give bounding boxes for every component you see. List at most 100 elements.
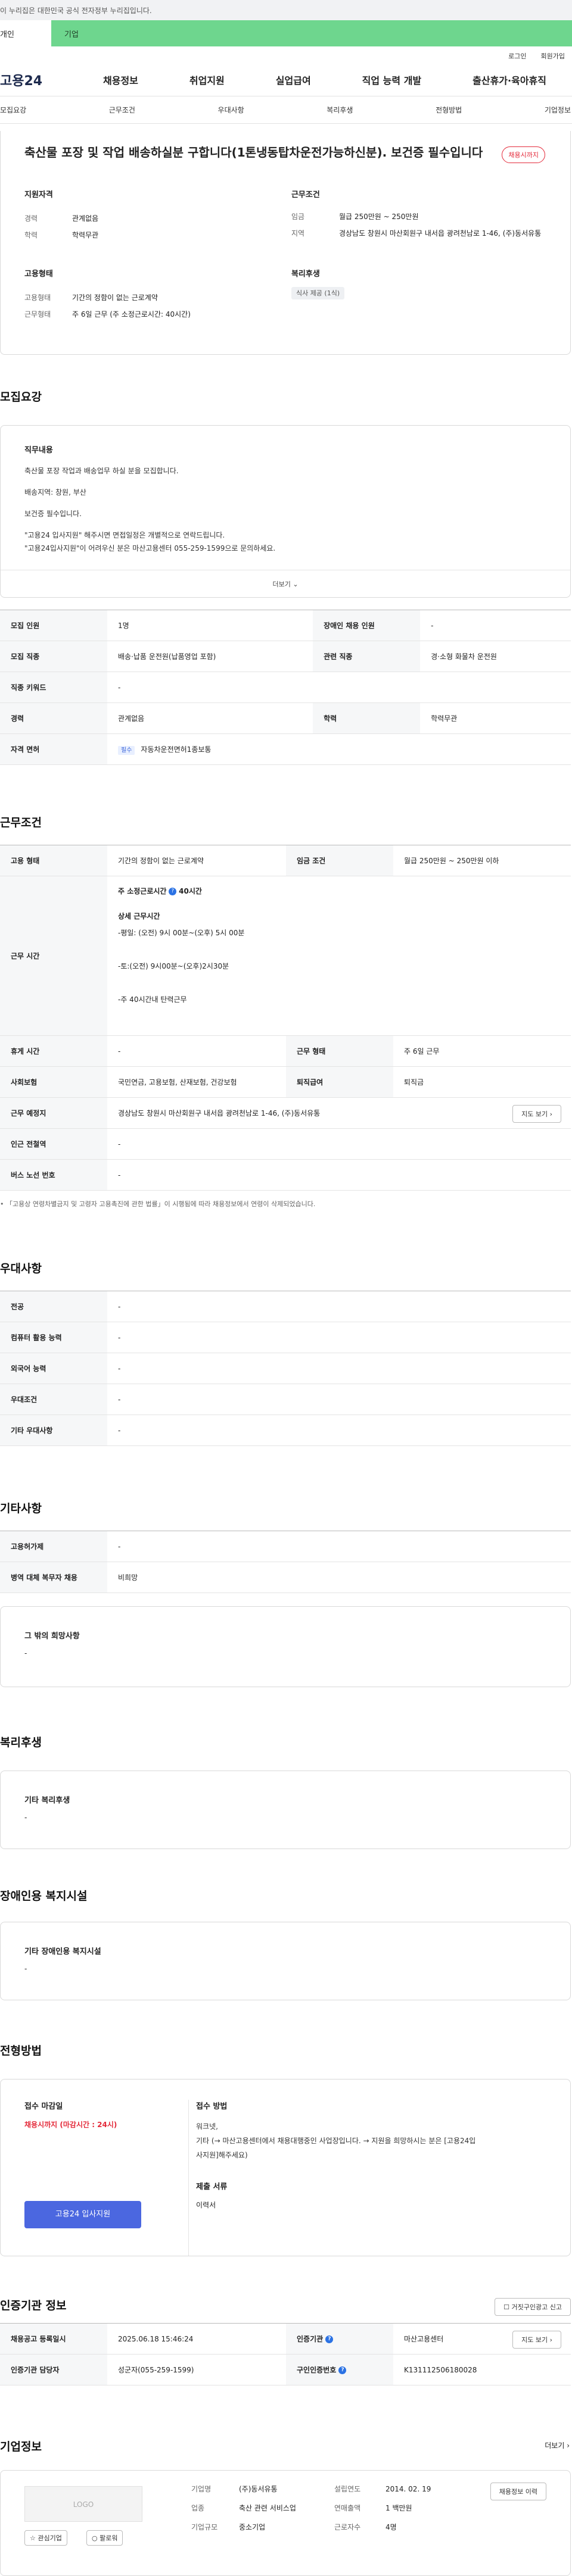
disabled-section-title: 장애인용 복지시설 [0,1890,88,1903]
agency-section-title: 인증기관 정보 [0,2299,67,2312]
login-link[interactable]: 로그인 [508,51,526,63]
signup-link[interactable]: 회원가입 [541,51,565,63]
process-card: 접수 마감일 채용시까지 (마감시간 : 24시) 고용24 입사지원 접수 방… [0,2079,571,2256]
cond-wage-value: 월급 250만원 ~ 250만원 [338,213,419,221]
table-row: 병역 대체 복무자 채용 비희망 [0,1562,571,1593]
table-cell: 학력무관 [420,702,571,734]
tab-personal[interactable]: 개인 [0,20,51,46]
subnav-work-conditions[interactable]: 근무조건 [109,105,135,115]
table-header-cell: 경력 [0,702,107,734]
more-label: 더보기 [545,2441,565,2450]
emp-type-value: 기간의 정함이 없는 근로계약 [72,293,158,302]
gnb-item-vocational-training[interactable]: 직업 능력 개발 [362,73,421,87]
method-line: 사지원]해주세요) [196,2151,248,2159]
map-button-label: 지도 보기 [521,1110,548,1118]
favorite-label: 관심기업 [38,2534,62,2542]
qual-career-label: 경력 [24,214,38,223]
map-button[interactable]: 지도 보기 › [512,2331,561,2349]
industry-value: 축산 관련 서비스업 [239,2504,296,2512]
table-header-cell: 버스 노선 번호 [0,1159,107,1191]
qual-edu-value: 학력무관 [72,231,99,239]
table-cell: 성군자(055-259-1599) [107,2354,286,2385]
hiring-history-button[interactable]: 채용정보 이력 [490,2483,546,2500]
pref-section-title: 우대사항 [0,1262,42,1275]
gnb-item-employment-support[interactable]: 취업지원 [189,73,225,87]
global-nav: 고용24 채용정보 취업지원 실업급여 직업 능력 개발 출산휴가·육아휴직 [0,63,572,96]
subnav-company[interactable]: 기업정보 [545,105,571,115]
table-cell: 경상남도 창원시 마산회원구 내서읍 광려천남로 1-46, (주)동서유통 지도… [107,1097,571,1129]
gnb-item-jobs[interactable]: 채용정보 [103,73,138,87]
company-more-link[interactable]: 더보기 › [545,2440,570,2450]
table-row: 근무 예정지 경상남도 창원시 마산회원구 내서읍 광려천남로 1-46, (주)… [0,1097,571,1129]
subnav-recruit[interactable]: 모집요강 [0,105,26,115]
table-row: 직종 키워드 - [0,672,571,703]
tab-company[interactable]: 기업 [51,20,94,46]
gnb-item-parental-leave[interactable]: 출산휴가·육아휴직 [472,73,546,87]
apply-button[interactable]: 고용24 입사지원 [24,2201,141,2228]
cond-region-value: 경상남도 창원시 마산회원구 내서읍 광려천남로 1-46, (주)동서유통 [338,229,542,238]
table-cell: 2025.06.18 15:46:24 [107,2323,286,2355]
revenue-label: 연매출액 [334,2504,361,2512]
table-header-cell: 임금 조건 [286,845,393,876]
hours-detail-line: -토:(오전) 9시00분~(오후)2시30분 [118,962,229,970]
chevron-right-icon: › [549,1110,552,1118]
required-tag: 필수 [118,746,135,755]
subnav-benefits[interactable]: 복리후생 [327,105,353,115]
job-desc-line: "고용24입사지원"이 어려우신 분은 마산고용센터 055-259-1599으… [24,544,276,552]
subnav-preferences[interactable]: 우대사항 [218,105,244,115]
deadline-title: 접수 마감일 [24,2102,63,2111]
report-icon: ☐ [503,2303,510,2311]
recruit-table: 모집 인원 1명 장애인 채용 인원 - 모집 직종 배송·납품 운전원(납품영업 포함… [0,610,571,765]
follower-button[interactable]: ○ 팔로워 [86,2530,123,2546]
method-line: 워크넷, [196,2122,218,2131]
box-value: - [24,1813,27,1822]
process-section-title: 전형방법 [0,2044,42,2057]
map-button[interactable]: 지도 보기 › [512,1105,561,1123]
table-row: 인근 전철역 - [0,1128,571,1160]
table-row: 컴퓨터 활용 능력 - [0,1322,571,1353]
job-desc-line: 배송지역: 창원, 부산 [24,488,86,497]
job-desc-line: "고용24 입사지원" 해주시면 면접일정은 개별적으로 연락드립니다. [24,531,225,539]
qual-title: 지원자격 [24,191,53,199]
info-icon[interactable]: ? [338,2366,347,2374]
table-cell: - [107,672,571,703]
site-logo[interactable]: 고용24 [0,70,77,89]
subnav-process[interactable]: 전형방법 [436,105,462,115]
deadline-badge: 채용시까지 [502,146,545,163]
work-type-value: 주 6일 근무 (주 소정근로시간: 40시간) [72,310,191,319]
table-row: 우대조건 - [0,1384,571,1415]
circle-icon: ○ [92,2534,98,2542]
table-cell: - [107,1291,571,1322]
inst-label: 인증기관 [297,2335,324,2343]
table-cell: 관계없음 [107,702,313,734]
company-name-label: 기업명 [191,2485,212,2493]
table-cell: 주 소정근로시간 ? 40시간 상세 근무시간 -평일: (오전) 9시 00분… [107,876,571,1036]
revenue-value: 1 백만원 [386,2504,412,2512]
company-logo: LOGO [24,2486,142,2522]
table-cell: 경·소형 화물차 운전원 [420,641,571,672]
table-header-cell: 구인인증번호 ? [286,2354,393,2385]
table-cell: 국민연금, 고용보험, 산재보험, 건강보험 [107,1066,286,1098]
table-row: 근무 시간 주 소정근로시간 ? 40시간 상세 근무시간 -평일: (오전) … [0,876,571,1036]
table-cell: K131112506180028 [393,2354,571,2385]
hours-detail-line: -주 40시간내 탄력근무 [118,995,187,1004]
table-header-cell: 직종 키워드 [0,672,107,703]
other-wishes-card: 그 밖의 희망사항 - [0,1606,571,1687]
report-false-ad-button[interactable]: ☐ 거짓구인광고 신고 [495,2298,571,2316]
work-table: 고용 형태 기간의 정함이 없는 근로계약 임금 조건 월급 250만원 ~ 250만… [0,845,571,1191]
map-button-label: 지도 보기 [521,2336,548,2344]
favorite-company-button[interactable]: ☆ 관심기업 [24,2530,67,2546]
follower-label: 팔로워 [100,2534,118,2542]
gnb-item-unemployment-benefit[interactable]: 실업급여 [276,73,311,87]
table-header-cell: 외국어 능력 [0,1353,107,1384]
table-row: 외국어 능력 - [0,1353,571,1384]
job-title: 축산물 포장 및 작업 배송하실분 구합니다(1톤냉동탑차운전가능하신분). 보… [24,145,483,160]
table-cell: - [107,1353,571,1384]
info-icon[interactable]: ? [169,888,177,895]
info-icon[interactable]: ? [325,2335,334,2343]
more-button[interactable]: 더보기 ⌄ [1,570,570,597]
table-header-cell: 자격 면허 [0,733,107,765]
table-row: 고용 형태 기간의 정함이 없는 근로계약 임금 조건 월급 250만원 ~ 250만… [0,845,571,876]
method-title: 접수 방법 [196,2102,228,2111]
table-header-cell: 근무 형태 [286,1035,393,1067]
